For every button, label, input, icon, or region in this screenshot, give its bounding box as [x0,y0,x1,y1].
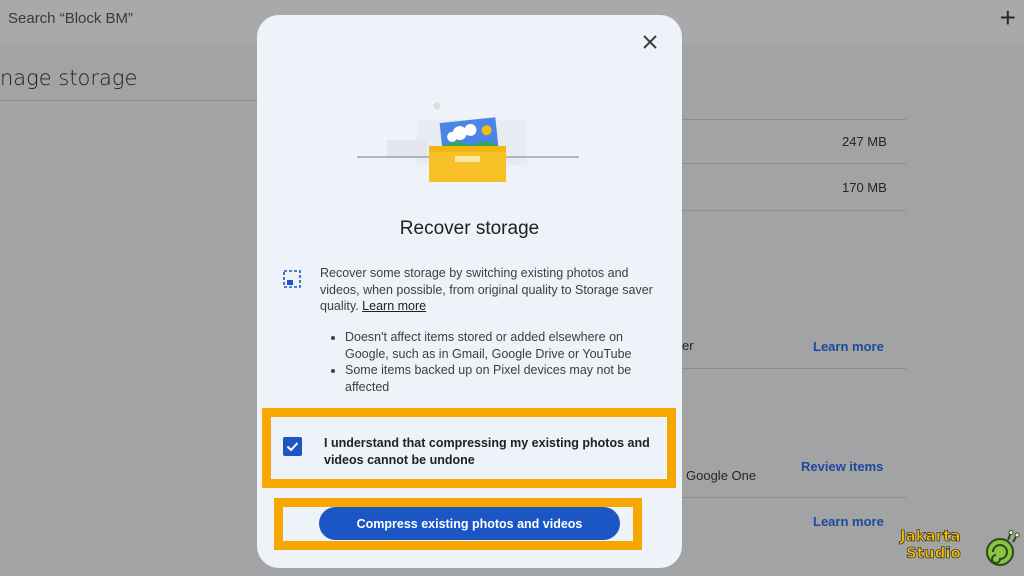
compress-button[interactable]: Compress existing photos and videos [319,507,620,540]
close-button[interactable] [639,31,661,53]
close-icon [643,35,657,49]
learn-more-link[interactable]: Learn more [362,299,426,313]
divider [0,100,260,101]
divider [682,497,906,498]
dialog-title: Recover storage [399,218,540,239]
recover-storage-dialog: Recover storage Recover some storage by … [257,15,682,568]
divider [682,368,906,369]
storage-size: 170 MB [842,180,887,195]
divider [682,163,906,164]
storage-size: 247 MB [842,134,887,149]
review-items-link[interactable]: Review items [801,459,883,474]
info-bullets: Doesn't affect items stored or added els… [327,329,657,395]
logo-line-2: Studio [906,544,961,562]
storage-box-illustration [357,102,579,182]
watermark-logo: Jakarta Studio [900,527,1022,572]
list-item: Some items backed up on Pixel devices ma… [345,362,657,395]
storage-saver-icon [283,270,301,288]
search-input[interactable]: Search “Block BM” [8,10,133,27]
learn-more-link[interactable]: Learn more [813,339,884,354]
learn-more-link[interactable]: Learn more [813,514,884,529]
logo-line-1: Jakarta [900,527,961,545]
understand-checkbox[interactable] [283,437,302,456]
checkmark-icon [286,442,299,452]
dialog-description: Recover some storage by switching existi… [320,265,660,315]
row-text: er [682,338,694,353]
add-icon[interactable]: + [1000,2,1016,34]
row-text: Google One [686,468,757,483]
checkbox-label: I understand that compressing my existin… [324,436,650,467]
snail-icon [986,530,1020,566]
page-title: nage storage [0,66,138,90]
list-item: Doesn't affect items stored or added els… [345,329,657,362]
divider [682,210,906,211]
divider [682,119,906,120]
